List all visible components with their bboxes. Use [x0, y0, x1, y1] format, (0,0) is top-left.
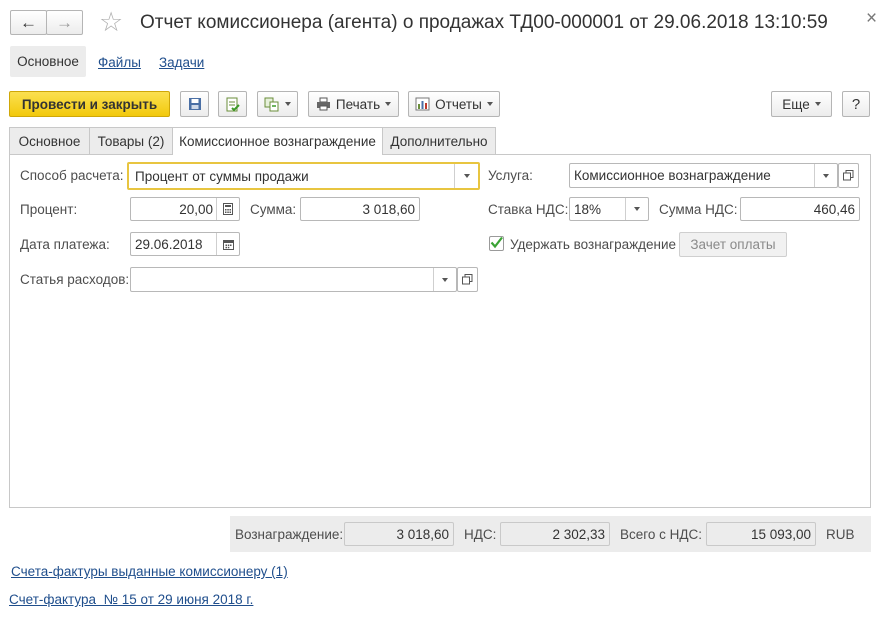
calendar-icon[interactable]: [216, 233, 239, 255]
vat-rate-label: Ставка НДС:: [488, 202, 569, 217]
favorite-star-icon[interactable]: ☆: [99, 6, 123, 38]
reports-button[interactable]: Отчеты: [408, 91, 500, 117]
sum-input[interactable]: 3 018,60: [300, 197, 420, 221]
expense-item-open-button[interactable]: [457, 267, 478, 292]
chevron-down-icon: [814, 102, 821, 106]
offset-payment-button[interactable]: Зачет оплаты: [679, 232, 787, 257]
expense-item-label: Статья расходов:: [20, 272, 130, 287]
tab-goods[interactable]: Товары (2): [89, 127, 173, 154]
currency-label: RUB: [826, 527, 855, 542]
tab-main[interactable]: Основное: [9, 127, 90, 154]
pay-date-input[interactable]: 29.06.2018: [130, 232, 240, 256]
post-document-icon: [226, 97, 240, 111]
back-button[interactable]: ←: [10, 10, 47, 35]
close-icon[interactable]: ×: [866, 9, 877, 29]
service-select[interactable]: Комиссионное вознаграждение: [569, 163, 838, 188]
chevron-down-icon: [486, 102, 493, 106]
checkmark-icon: [490, 236, 503, 249]
vat-sum-input[interactable]: 460,46: [740, 197, 860, 221]
tab-commission[interactable]: Комиссионное вознаграждение: [172, 127, 383, 155]
calc-method-select[interactable]: Процент от суммы продажи: [127, 162, 480, 190]
vat-total-label: НДС:: [464, 527, 497, 542]
open-icon: [843, 170, 854, 181]
help-button[interactable]: ?: [842, 91, 870, 117]
grand-total-label: Всего с НДС:: [620, 527, 703, 542]
withhold-checkbox[interactable]: [489, 236, 504, 251]
save-button[interactable]: [180, 91, 209, 117]
grand-total-value: 15 093,00: [706, 522, 816, 546]
create-based-on-icon: [264, 97, 279, 111]
help-icon: ?: [851, 95, 861, 113]
reports-icon: [415, 97, 430, 111]
forward-button[interactable]: →: [46, 10, 83, 35]
service-label: Услуга:: [488, 168, 533, 183]
reward-total-value: 3 018,60: [344, 522, 454, 546]
chevron-down-icon[interactable]: [433, 268, 456, 291]
vat-rate-select[interactable]: 18%: [569, 197, 649, 221]
chevron-down-icon[interactable]: [625, 198, 648, 220]
arrow-left-icon: ←: [20, 12, 37, 32]
chevron-down-icon: [385, 102, 392, 106]
vat-sum-label: Сумма НДС:: [659, 202, 738, 217]
page-title: Отчет комиссионера (агента) о продажах Т…: [140, 12, 828, 33]
print-button[interactable]: Печать: [308, 91, 399, 117]
pay-date-label: Дата платежа:: [20, 237, 110, 252]
post-and-close-button[interactable]: Провести и закрыть: [9, 91, 170, 117]
expense-item-select[interactable]: [130, 267, 457, 292]
nav-tab-files[interactable]: Файлы: [98, 55, 141, 70]
invoices-issued-link[interactable]: Счета-фактуры выданные комиссионеру (1): [11, 564, 288, 579]
create-based-on-button[interactable]: [257, 91, 298, 117]
percent-label: Процент:: [20, 202, 78, 217]
save-icon: [188, 98, 201, 110]
invoice-link[interactable]: Счет-фактура № 15 от 29 июня 2018 г.: [9, 592, 253, 607]
nav-tab-tasks[interactable]: Задачи: [159, 55, 204, 70]
tab-additional[interactable]: Дополнительно: [382, 127, 496, 154]
chevron-down-icon[interactable]: [454, 164, 478, 188]
service-open-button[interactable]: [838, 163, 859, 188]
percent-input[interactable]: 20,00: [130, 197, 240, 221]
calculator-icon[interactable]: [216, 198, 239, 220]
arrow-right-icon: →: [56, 12, 73, 32]
sum-label: Сумма:: [250, 202, 297, 217]
reward-total-label: Вознаграждение:: [235, 527, 344, 542]
vat-total-value: 2 302,33: [500, 522, 610, 546]
withhold-label[interactable]: Удержать вознаграждение: [510, 237, 676, 253]
calc-method-label: Способ расчета:: [20, 168, 124, 183]
chevron-down-icon: [285, 102, 291, 106]
more-button[interactable]: Еще: [771, 91, 832, 117]
nav-tab-main[interactable]: Основное: [10, 46, 86, 77]
post-button[interactable]: [218, 91, 247, 117]
open-icon: [462, 274, 473, 285]
chevron-down-icon[interactable]: [814, 164, 837, 187]
printer-icon: [316, 97, 330, 111]
